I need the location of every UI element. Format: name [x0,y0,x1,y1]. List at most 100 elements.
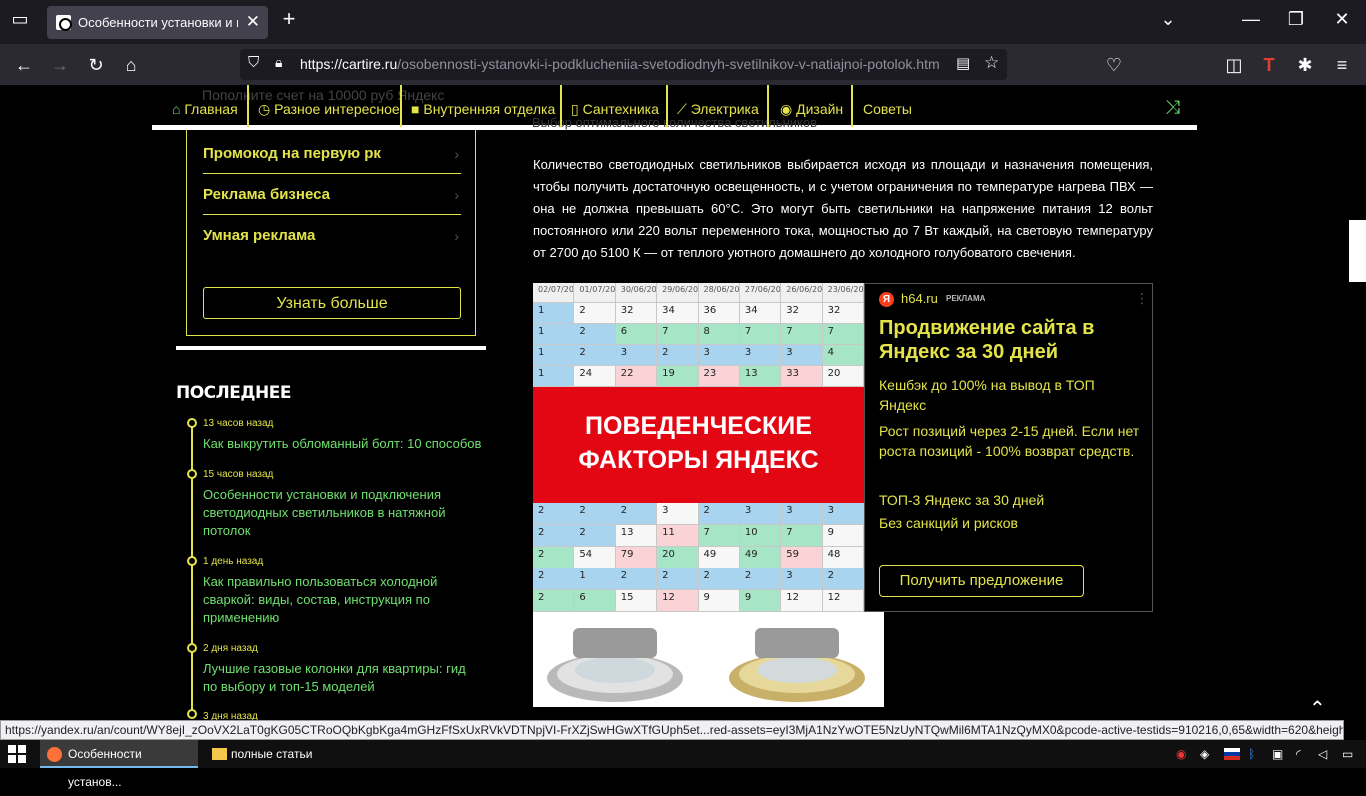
extensions-icon[interactable]: ✱ [1292,53,1318,77]
yandex-ad-card[interactable]: Я h64.ru РЕКЛАМА ⋮ Продвижение сайта в Я… [864,283,1153,612]
nav-item-electrics[interactable]: ⟋ Электрика [677,101,759,118]
scroll-to-top-icon[interactable]: ⌃ [1309,696,1326,721]
nav-separator [851,85,853,127]
shield-icon[interactable]: ⛉ [248,54,259,71]
nav-separator [560,85,562,127]
pocket-icon[interactable]: ♡ [1101,53,1127,77]
rank-cell: 7 [739,324,782,345]
post-link[interactable]: Как правильно пользоваться холодной свар… [203,573,483,627]
shuffle-icon[interactable]: ⤨ [1165,97,1180,119]
rank-cell: 2 [574,524,616,547]
timeline-dot [187,556,197,566]
rank-cell: 15 [615,590,658,612]
rank-cell: 13 [739,366,782,387]
wifi-icon[interactable]: ◜ [1296,740,1314,768]
url-text[interactable]: https://cartire.ru/osobennosti-ystanovki… [300,56,950,72]
reload-icon[interactable]: ↻ [83,53,109,77]
rank-cell: 9 [739,590,782,612]
nav-item-home[interactable]: ⌂ Главная [172,101,238,117]
tray-app-icon[interactable]: ◈ [1200,740,1218,768]
status-bar-url: https://yandex.ru/an/count/WY8ejI_zOoVX2… [0,720,1344,740]
rank-cell: 3 [781,503,823,525]
window-close-icon[interactable]: ✕ [1327,9,1357,30]
sidebar-icon[interactable]: ◫ [1221,53,1247,77]
ad-link-smart[interactable]: Умная реклама [203,227,315,244]
rank-cell: 49 [739,546,782,569]
ad-headline[interactable]: Продвижение сайта в Яндекс за 30 дней [879,316,1129,364]
nav-item-design[interactable]: ◉ Дизайн [780,101,843,118]
get-offer-button[interactable]: Получить предложение [879,565,1084,597]
reader-view-icon[interactable]: ▤ [956,54,970,72]
chevron-right-icon: › [454,187,459,203]
site-favicon-icon [56,15,72,31]
date-header-cell: 27/06/2023 [739,283,782,303]
minimize-icon[interactable]: — [1236,9,1266,30]
rank-table-image[interactable]: 02/07/202301/07/202330/06/202329/06/2023… [533,283,864,612]
tab-close-icon[interactable]: ✕ [246,12,260,32]
volume-icon[interactable]: ◁ [1318,740,1336,768]
nav-separator [666,85,668,127]
banner-line2: ФАКТОРЫ ЯНДЕКС [578,446,819,474]
tray-monitor-icon[interactable]: ▣ [1272,740,1290,768]
extension-t-icon[interactable]: T [1256,53,1282,77]
ad-link-promo[interactable]: Промокод на первую рк [203,145,381,162]
rank-cell: 3 [739,345,782,366]
back-icon[interactable]: ← [11,53,37,77]
nav-item-tips[interactable]: Советы [863,101,912,117]
ad-domain[interactable]: h64.ru [901,291,938,306]
nav-item-misc[interactable]: ◷ Разное интересное [258,101,400,118]
lock-icon[interactable]: 🔒︎ [275,54,282,71]
rank-cell: 12 [781,590,823,612]
ad-link-business[interactable]: Реклама бизнеса [203,186,330,203]
timeline-dot [187,469,197,479]
timeline-line [191,423,193,713]
bookmark-star-icon[interactable]: ☆ [984,53,999,73]
rank-cell: 2 [574,345,616,366]
rank-cell: 34 [739,303,782,324]
forward-icon[interactable]: → [47,53,73,77]
rank-cell: 24 [574,366,616,387]
post-time: 15 часов назад [203,469,274,480]
list-all-tabs-icon[interactable]: ⌄ [1153,9,1183,30]
post-link[interactable]: Как выкрутить обломанный болт: 10 способ… [203,435,483,453]
browser-tab-bar: ▭ Особенности установки и под ✕ + ⌄ — ❐ … [0,0,1366,44]
eye-icon: ◉ [780,101,793,117]
rank-cell: 20 [822,366,864,387]
rank-cell: 49 [698,546,740,569]
language-flag-icon[interactable] [1224,740,1242,768]
learn-more-button[interactable]: Узнать больше [203,287,461,319]
ad-text-1: Кешбэк до 100% на вывод в ТОП Яндекс [879,377,1095,413]
rank-cell: 13 [615,524,658,547]
url-bar[interactable]: ⛉ 🔒︎ https://cartire.ru/osobennosti-ysta… [240,49,1007,80]
post-link[interactable]: Особенности установки и подключения свет… [203,486,483,540]
nav-item-interior[interactable]: ■ Внутренняя отделка [411,101,555,117]
date-header-cell: 28/06/2023 [698,283,740,303]
banner-line1: ПОВЕДЕНЧЕСКИЕ [585,412,812,440]
nav-item-plumbing[interactable]: ▯ Сантехника [571,101,659,118]
rank-cell: 2 [533,503,575,525]
post-time: 1 день назад [203,556,264,567]
taskbar-firefox[interactable]: Особенности установ... [40,740,198,789]
windows-start-icon[interactable] [8,740,30,768]
menu-icon[interactable]: ≡ [1329,53,1355,77]
scrollbar-thumb[interactable] [1349,220,1366,282]
new-tab-icon[interactable]: + [274,6,304,32]
taskbar-folder[interactable]: полные статьи [205,740,355,768]
divider [203,173,461,174]
notifications-icon[interactable]: ▭ [1342,740,1360,768]
home-button-icon[interactable]: ⌂ [118,53,144,77]
restore-icon[interactable]: ❐ [1281,9,1311,30]
chart-icon: ⟋ [677,101,687,117]
rank-cell: 2 [574,303,616,324]
tab-list-icon[interactable]: ▭ [5,9,35,30]
tray-opera-icon[interactable]: ◉ [1176,740,1194,768]
post-link[interactable]: Лучшие газовые колонки для квартиры: гид… [203,660,483,696]
yandex-logo-icon: Я [879,292,894,307]
browser-tab[interactable]: Особенности установки и под ✕ [47,6,268,39]
rank-cell: 3 [739,503,782,525]
briefcase-icon: ■ [411,101,420,117]
rank-cell: 2 [739,568,782,591]
more-options-icon[interactable]: ⋮ [1135,290,1149,307]
windows-taskbar: Особенности установ... полные статьи ◉ ◈… [0,740,1366,789]
bluetooth-icon[interactable]: ᛒ [1248,740,1266,768]
